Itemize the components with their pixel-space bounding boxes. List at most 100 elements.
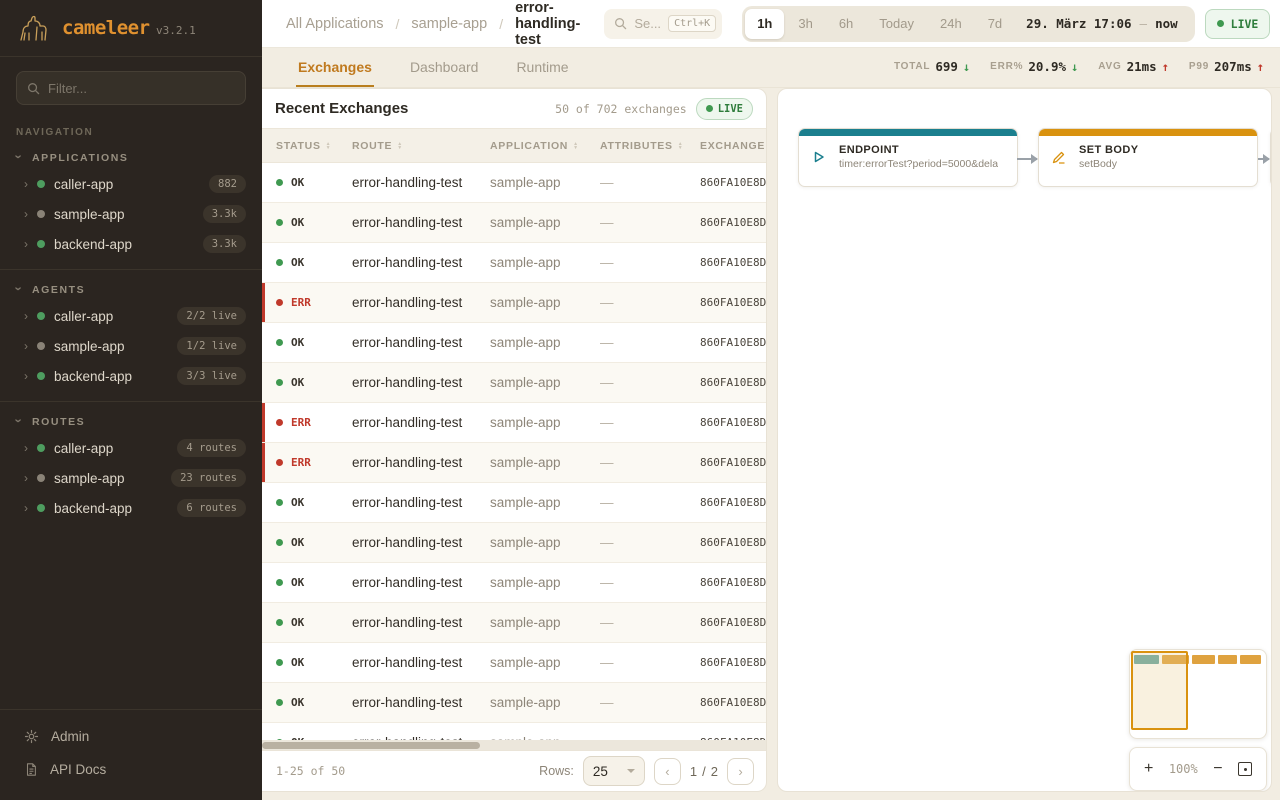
status-text: OK (291, 336, 304, 349)
sidebar-item-routes-sample-app[interactable]: › sample-app 23 routes (0, 463, 262, 493)
route-cell: error-handling-test (352, 575, 490, 590)
sidebar-item-caller-app[interactable]: › caller-app 882 (0, 169, 262, 199)
route-cell: error-handling-test (352, 295, 490, 310)
attributes-cell: — (600, 335, 700, 350)
route-cell: error-handling-test (352, 455, 490, 470)
time-range-today[interactable]: Today (867, 9, 926, 39)
table-row[interactable]: OKerror-handling-testsample-app—860FA10E… (262, 723, 766, 740)
chevron-right-icon: › (24, 310, 28, 322)
flow-node-set-body[interactable]: SET BODY setBody (1038, 128, 1258, 187)
route-cell: error-handling-test (352, 415, 490, 430)
table-row[interactable]: OKerror-handling-testsample-app—860FA10E… (262, 243, 766, 283)
application-cell: sample-app (490, 495, 600, 510)
fit-view-icon[interactable] (1238, 762, 1252, 776)
date-separator: — (1140, 16, 1148, 31)
sort-icon: ▲▼ (397, 142, 403, 150)
sidebar-item-routes-backend-app[interactable]: › backend-app 6 routes (0, 493, 262, 523)
column-header-status[interactable]: STATUS ▲▼ (262, 140, 352, 152)
table-row[interactable]: OKerror-handling-testsample-app—860FA10E… (262, 203, 766, 243)
next-page-button[interactable]: › (727, 758, 754, 785)
item-label: caller-app (54, 177, 113, 192)
table-row[interactable]: OKerror-handling-testsample-app—860FA10E… (262, 603, 766, 643)
sidebar-item-routes-caller-app[interactable]: › caller-app 4 routes (0, 433, 262, 463)
horizontal-scrollbar-track[interactable] (262, 740, 766, 750)
zoom-out-button[interactable]: − (1213, 761, 1222, 777)
status-text: ERR (291, 416, 311, 429)
exchange-id-cell: 860FA10E8D (700, 616, 766, 629)
app-version: v3.2.1 (156, 24, 196, 37)
column-header-application[interactable]: APPLICATION ▲▼ (490, 140, 600, 152)
time-range-3h[interactable]: 3h (786, 9, 824, 39)
table-row[interactable]: OKerror-handling-testsample-app—860FA10E… (262, 363, 766, 403)
table-row[interactable]: OKerror-handling-testsample-app—860FA10E… (262, 563, 766, 603)
table-row[interactable]: ERRerror-handling-testsample-app—860FA10… (262, 403, 766, 443)
table-live-badge[interactable]: LIVE (696, 98, 753, 120)
stat-value: 207ms (1214, 59, 1252, 74)
global-search-input[interactable]: Se... Ctrl+K (604, 9, 722, 39)
horizontal-scrollbar-thumb[interactable] (262, 742, 480, 749)
sidebar-item-agent-caller-app[interactable]: › caller-app 2/2 live (0, 301, 262, 331)
sidebar-item-agent-sample-app[interactable]: › sample-app 1/2 live (0, 331, 262, 361)
time-range-6h[interactable]: 6h (827, 9, 865, 39)
top-header: All Applications / sample-app / error-ha… (262, 0, 1280, 48)
breadcrumb-sample-app[interactable]: sample-app (411, 16, 487, 32)
admin-link[interactable]: Admin (0, 720, 262, 753)
column-header-exchange[interactable]: EXCHANGE (700, 140, 766, 152)
content-area: Recent Exchanges 50 of 702 exchanges LIV… (262, 88, 1280, 800)
breadcrumb-all-applications[interactable]: All Applications (286, 16, 384, 32)
prev-page-button[interactable]: ‹ (654, 758, 681, 785)
attributes-cell: — (600, 455, 700, 470)
table-row[interactable]: OKerror-handling-testsample-app—860FA10E… (262, 483, 766, 523)
exchange-count: 50 of 702 exchanges (555, 102, 687, 116)
table-row[interactable]: OKerror-handling-testsample-app—860FA10E… (262, 523, 766, 563)
status-dot (37, 210, 45, 218)
column-label: ATTRIBUTES (600, 140, 673, 152)
minimap[interactable] (1129, 649, 1267, 739)
rows-per-page-select[interactable]: 25 (583, 756, 645, 786)
table-row[interactable]: ERRerror-handling-testsample-app—860FA10… (262, 443, 766, 483)
exchange-id-cell: 860FA10E8D (700, 176, 766, 189)
item-label: caller-app (54, 309, 113, 324)
section-agents[interactable]: › AGENTS (0, 274, 262, 301)
sidebar-item-agent-backend-app[interactable]: › backend-app 3/3 live (0, 361, 262, 391)
tab-dashboard[interactable]: Dashboard (408, 48, 481, 87)
table-row[interactable]: OKerror-handling-testsample-app—860FA10E… (262, 683, 766, 723)
flow-node-clipped[interactable] (1270, 128, 1272, 187)
application-cell: sample-app (490, 375, 600, 390)
section-applications[interactable]: › APPLICATIONS (0, 142, 262, 169)
app-logo[interactable]: cameleer v3.2.1 (0, 0, 262, 57)
column-header-route[interactable]: ROUTE ▲▼ (352, 140, 490, 152)
live-toggle[interactable]: LIVE (1205, 9, 1271, 39)
date-range-display[interactable]: 29. März 17:06 — now (1016, 16, 1191, 31)
tab-runtime[interactable]: Runtime (514, 48, 570, 87)
minimap-viewport[interactable] (1131, 651, 1188, 730)
sidebar: cameleer v3.2.1 Filter... NAVIGATION › A… (0, 0, 262, 800)
attributes-cell: — (600, 375, 700, 390)
attributes-cell: — (600, 295, 700, 310)
time-range-1h[interactable]: 1h (745, 9, 784, 39)
table-row[interactable]: OKerror-handling-testsample-app—860FA10E… (262, 323, 766, 363)
time-range-7d[interactable]: 7d (976, 9, 1014, 39)
api-docs-link[interactable]: API Docs (0, 753, 262, 786)
table-row[interactable]: OKerror-handling-testsample-app—860FA10E… (262, 163, 766, 203)
application-cell: sample-app (490, 655, 600, 670)
time-range-24h[interactable]: 24h (928, 9, 974, 39)
tab-exchanges[interactable]: Exchanges (296, 48, 374, 87)
stat-total: TOTAL 699 ↓ (894, 59, 970, 74)
route-cell: error-handling-test (352, 375, 490, 390)
item-label: sample-app (54, 207, 125, 222)
sidebar-item-backend-app[interactable]: › backend-app 3.3k (0, 229, 262, 259)
ok-dot-icon (276, 219, 283, 226)
route-flow-canvas[interactable]: ENDPOINT timer:errorTest?period=5000&del… (777, 88, 1272, 792)
table-row[interactable]: OKerror-handling-testsample-app—860FA10E… (262, 643, 766, 683)
flow-node-endpoint[interactable]: ENDPOINT timer:errorTest?period=5000&del… (798, 128, 1018, 187)
table-row[interactable]: ERRerror-handling-testsample-app—860FA10… (262, 283, 766, 323)
section-routes[interactable]: › ROUTES (0, 406, 262, 433)
zoom-in-button[interactable]: + (1144, 761, 1153, 777)
tabs-stats-band: Exchanges Dashboard Runtime TOTAL 699 ↓ … (262, 48, 1280, 88)
attributes-cell: — (600, 415, 700, 430)
exchange-id-cell: 860FA10E8D (700, 336, 766, 349)
sidebar-item-sample-app[interactable]: › sample-app 3.3k (0, 199, 262, 229)
column-header-attributes[interactable]: ATTRIBUTES ▲▼ (600, 140, 700, 152)
sidebar-filter-input[interactable]: Filter... (16, 71, 246, 105)
